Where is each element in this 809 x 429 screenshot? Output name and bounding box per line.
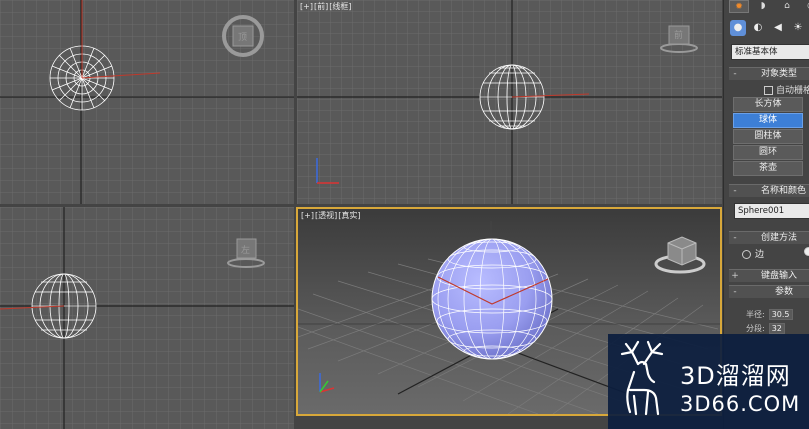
rollout-expand-icon: + xyxy=(731,271,739,281)
axis-tripod-perspective xyxy=(319,373,335,393)
rollout-collapse-icon: - xyxy=(733,186,737,196)
checkbox-icon xyxy=(764,86,773,95)
hierarchy-tab-icon[interactable]: ⌂ xyxy=(777,0,797,13)
shapes-icon[interactable]: ◐ xyxy=(750,20,766,36)
viewcube-left-face: 左 xyxy=(241,246,251,256)
radio-icon xyxy=(742,250,751,259)
motion-tab-icon[interactable]: ◎ xyxy=(801,0,809,13)
viewport-left-canvas xyxy=(0,207,294,429)
creation-method-edge-radio[interactable]: 边 xyxy=(742,247,764,260)
teapot-button[interactable]: 茶壶 xyxy=(733,161,803,176)
cylinder-button[interactable]: 圆柱体 xyxy=(733,129,803,144)
viewport-left[interactable]: 左 xyxy=(0,207,294,429)
rollout-collapse-icon: - xyxy=(733,287,737,297)
creation-method-rollout[interactable]: - 创建方法 xyxy=(729,231,809,244)
viewport-top[interactable]: 顶 xyxy=(0,0,294,204)
geometry-icon[interactable]: ● xyxy=(730,20,746,36)
torus-button[interactable]: 圆环 xyxy=(733,145,803,160)
viewport-front-label[interactable]: [+][前][线框] xyxy=(300,1,352,12)
rollout-collapse-icon: - xyxy=(733,69,737,79)
watermark: 3D溜溜网 3D66.COM xyxy=(608,334,809,429)
autogrid-checkbox[interactable]: 自动栅格 xyxy=(764,83,809,96)
create-tab-icon[interactable]: ✹ xyxy=(729,0,749,13)
viewport-top-canvas xyxy=(0,0,294,204)
name-color-rollout[interactable]: - 名称和颜色 xyxy=(729,184,809,197)
lights-icon[interactable]: ◀ xyxy=(770,20,786,36)
parameters-rollout[interactable]: - 参数 xyxy=(729,285,809,298)
segments-param: 分段: 32 xyxy=(746,323,785,334)
object-name-input[interactable]: Sphere001 xyxy=(734,203,809,219)
radio-icon xyxy=(804,247,809,256)
creation-method-center-radio[interactable] xyxy=(804,247,809,257)
sphere-perspective xyxy=(431,238,553,360)
deer-logo-icon xyxy=(620,340,664,416)
keyboard-entry-rollout[interactable]: + 键盘输入 xyxy=(729,269,809,282)
command-panel-tabs: ✹ ◗ ⌂ ◎ xyxy=(727,0,809,14)
viewport-front-canvas xyxy=(297,0,722,204)
radius-param: 半径: 30.5 xyxy=(746,309,793,320)
watermark-domain: 3D66.COM xyxy=(680,392,801,416)
segments-spinner[interactable]: 32 xyxy=(768,323,785,334)
viewport-perspective-label[interactable]: [+][透视][真实] xyxy=(301,210,361,221)
box-button[interactable]: 长方体 xyxy=(733,97,803,112)
object-type-rollout[interactable]: - 对象类型 xyxy=(729,67,809,80)
viewcube-perspective[interactable] xyxy=(654,236,706,274)
radius-spinner[interactable]: 30.5 xyxy=(768,309,793,320)
viewcube-top-face: 顶 xyxy=(238,33,248,43)
sphere-button[interactable]: 球体 xyxy=(733,113,803,128)
viewcube-front-face: 前 xyxy=(674,31,684,41)
watermark-brand: 3D溜溜网 xyxy=(680,362,791,390)
primitive-category-dropdown[interactable]: 标准基本体 xyxy=(731,44,809,60)
create-category-icons: ● ◐ ◀ ☀ xyxy=(730,20,809,38)
viewport-front[interactable]: [+][前][线框] 前 xyxy=(297,0,722,204)
rollout-collapse-icon: - xyxy=(733,233,737,243)
cameras-icon[interactable]: ☀ xyxy=(790,20,806,36)
modify-tab-icon[interactable]: ◗ xyxy=(753,0,773,13)
